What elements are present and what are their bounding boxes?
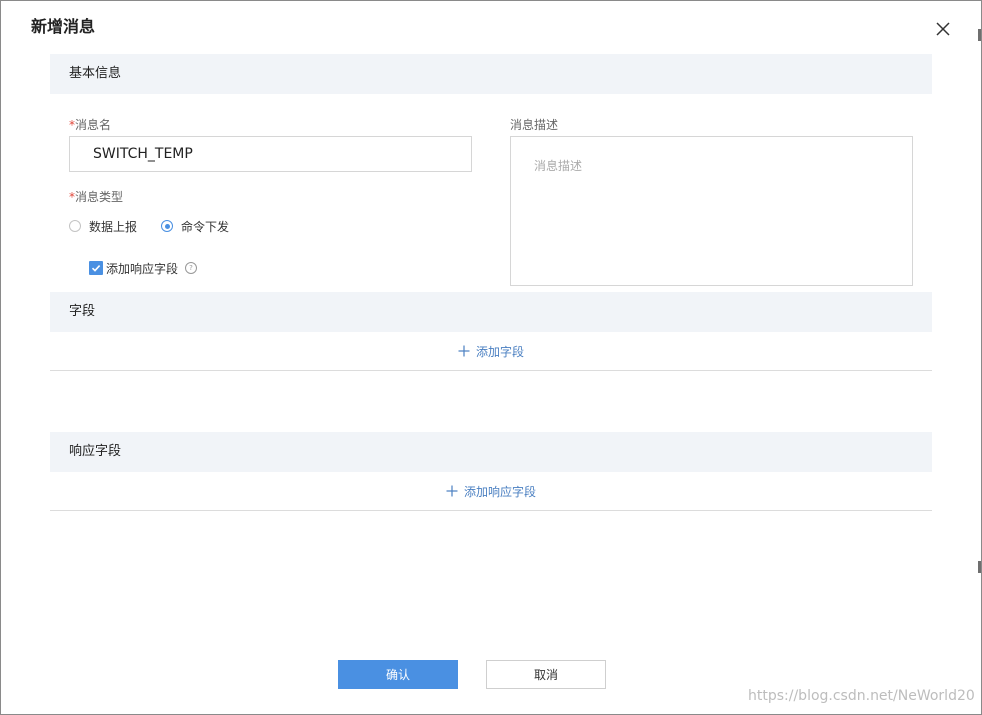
edge-mark bbox=[978, 561, 981, 573]
add-response-field-option[interactable]: 添加响应字段 ? bbox=[89, 260, 198, 276]
radio-command-send-circle[interactable] bbox=[161, 220, 173, 232]
add-response-field-button[interactable]: 添加响应字段 bbox=[50, 472, 932, 511]
add-response-field-checkbox[interactable] bbox=[89, 261, 103, 275]
radio-command-send[interactable]: 命令下发 bbox=[161, 219, 230, 234]
message-description-textarea[interactable]: 消息描述 bbox=[510, 136, 913, 286]
plus-icon bbox=[458, 345, 470, 357]
help-icon[interactable]: ? bbox=[185, 262, 198, 274]
radio-command-send-label: 命令下发 bbox=[181, 219, 230, 234]
add-response-field-link-label: 添加响应字段 bbox=[463, 484, 536, 499]
section-fields-header: 字段 bbox=[50, 292, 932, 332]
message-description-label: 消息描述 bbox=[510, 118, 559, 132]
radio-data-report-circle[interactable] bbox=[69, 220, 81, 232]
watermark: https://blog.csdn.net/NeWorld20 bbox=[748, 688, 975, 704]
message-name-input[interactable]: SWITCH_TEMP bbox=[69, 136, 472, 172]
message-name-label-text: 消息名 bbox=[75, 118, 112, 132]
dialog-title: 新增消息 bbox=[31, 17, 96, 36]
cancel-button[interactable]: 取消 bbox=[486, 660, 606, 689]
message-description-placeholder: 消息描述 bbox=[534, 159, 583, 173]
section-basic-info-header: 基本信息 bbox=[50, 54, 932, 94]
message-type-label: *消息类型 bbox=[69, 189, 123, 205]
radio-data-report[interactable]: 数据上报 bbox=[69, 219, 138, 234]
confirm-button[interactable]: 确认 bbox=[338, 660, 458, 689]
message-name-label: *消息名 bbox=[69, 117, 111, 133]
add-field-label: 添加字段 bbox=[475, 344, 524, 359]
add-field-button[interactable]: 添加字段 bbox=[50, 332, 932, 371]
radio-data-report-label: 数据上报 bbox=[89, 219, 138, 234]
plus-icon bbox=[446, 485, 458, 497]
message-type-label-text: 消息类型 bbox=[75, 190, 124, 204]
section-response-fields-header: 响应字段 bbox=[50, 432, 932, 472]
add-response-field-label: 添加响应字段 bbox=[106, 261, 179, 276]
check-icon bbox=[91, 265, 101, 272]
edge-mark bbox=[978, 29, 981, 41]
close-icon[interactable] bbox=[934, 20, 952, 38]
